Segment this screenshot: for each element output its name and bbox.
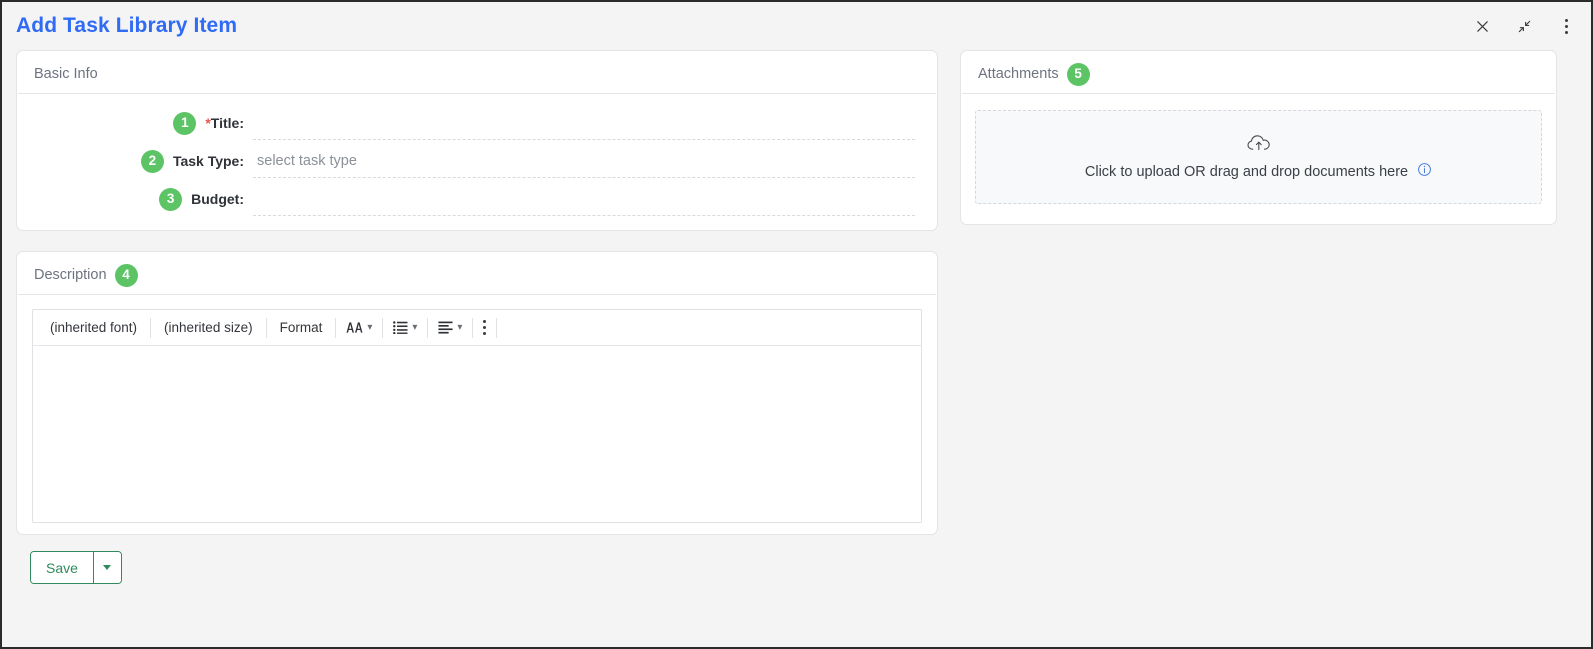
budget-input[interactable] <box>253 190 915 207</box>
task-type-label-cell: 2 Task Type: <box>17 149 253 173</box>
form-row-budget: 3 Budget: <box>17 180 937 218</box>
file-dropzone[interactable]: Click to upload OR drag and drop documen… <box>975 110 1542 204</box>
format-dropdown[interactable]: Format <box>267 317 336 339</box>
text-align-icon[interactable]: ▾ <box>428 317 472 339</box>
step-badge-3: 3 <box>159 187 183 211</box>
step-badge-2: 2 <box>140 149 164 173</box>
toolbar-separator <box>496 317 498 338</box>
title-input[interactable] <box>253 114 915 131</box>
description-title: Description <box>34 267 107 283</box>
title-input-wrapper[interactable] <box>253 106 915 140</box>
title-label: *Title: <box>205 115 244 131</box>
budget-label: Budget: <box>191 191 244 207</box>
dialog-footer: Save <box>16 535 1577 584</box>
attachments-title: Attachments <box>978 66 1059 82</box>
budget-input-wrapper[interactable] <box>253 182 915 216</box>
editor-toolbar: (inherited font) (inherited size) Format… <box>33 310 921 346</box>
description-header: Description 4 <box>18 252 936 295</box>
chevron-down-icon: ▾ <box>412 321 418 333</box>
title-label-cell: 1 *Title: <box>17 111 253 135</box>
save-split-button: Save <box>30 551 122 584</box>
dialog-body: Basic Info 1 *Title: 2 Task Type: select… <box>2 50 1591 584</box>
dialog-window: Add Task Library Item Basic Info 1 *Titl… <box>2 2 1591 647</box>
task-type-select[interactable] <box>253 152 915 169</box>
step-badge-5: 5 <box>1066 62 1090 86</box>
vertical-dots <box>1564 18 1568 34</box>
description-card: Description 4 (inherited font) (inherite… <box>16 251 938 535</box>
top-row: Basic Info 1 *Title: 2 Task Type: select… <box>16 50 1577 231</box>
task-type-select-wrapper[interactable] <box>253 144 915 178</box>
rich-text-editor: (inherited font) (inherited size) Format… <box>32 309 922 523</box>
chevron-down-icon: ▾ <box>367 321 373 333</box>
attachments-card: Attachments 5 Click to upload OR drag an… <box>960 50 1557 225</box>
font-family-dropdown[interactable]: (inherited font) <box>37 317 150 339</box>
basic-info-card: Basic Info 1 *Title: 2 Task Type: select… <box>16 50 938 231</box>
description-editor-body[interactable] <box>33 346 921 522</box>
dropzone-text-row: Click to upload OR drag and drop documen… <box>1085 162 1432 182</box>
font-size-dropdown[interactable]: (inherited size) <box>151 317 266 339</box>
info-circle-icon[interactable] <box>1417 162 1432 182</box>
form-row-title: 1 *Title: <box>17 104 937 142</box>
bulleted-list-icon[interactable]: ▾ <box>383 317 427 339</box>
budget-label-cell: 3 Budget: <box>17 187 253 211</box>
toolbar-overflow-icon[interactable] <box>473 317 496 339</box>
basic-info-header: Basic Info <box>18 51 936 94</box>
task-type-label: Task Type: <box>172 153 244 169</box>
vertical-dots <box>483 320 487 335</box>
dialog-header: Add Task Library Item <box>2 2 1591 50</box>
caret-down-icon <box>103 565 112 570</box>
page-title: Add Task Library Item <box>16 14 238 37</box>
step-badge-4: 4 <box>114 263 138 287</box>
more-options-icon[interactable] <box>1555 15 1577 37</box>
save-button[interactable]: Save <box>31 552 93 583</box>
cloud-upload-icon <box>1246 133 1272 158</box>
dropzone-label: Click to upload OR drag and drop documen… <box>1084 163 1409 180</box>
basic-info-title: Basic Info <box>34 66 98 82</box>
attachments-header: Attachments 5 <box>962 51 1555 94</box>
form-row-task-type: 2 Task Type: <box>17 142 937 180</box>
basic-info-form: 1 *Title: 2 Task Type: select task type … <box>17 94 937 218</box>
close-icon[interactable] <box>1471 15 1493 37</box>
step-badge-1: 1 <box>173 111 197 135</box>
font-style-icon[interactable]: ▾ <box>336 317 382 339</box>
chevron-down-icon: ▾ <box>457 321 463 333</box>
title-label-text: Title: <box>210 115 244 131</box>
restore-down-icon[interactable] <box>1513 15 1535 37</box>
window-controls <box>1471 2 1577 50</box>
save-dropdown-button[interactable] <box>93 552 121 583</box>
